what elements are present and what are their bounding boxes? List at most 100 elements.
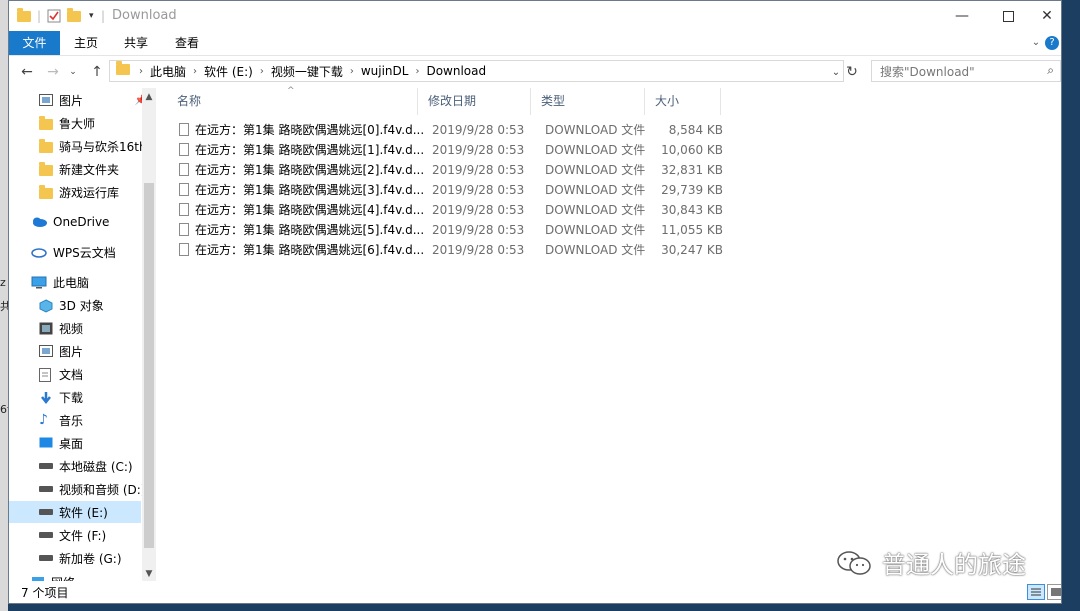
chevron-down-icon[interactable]: ▾ (89, 7, 94, 25)
status-bar: 7 个项目 (9, 581, 1061, 603)
navigation-pane: 图片 📌 鲁大师 骑马与砍杀16th 新建文件夹 游戏运行库 OneDrive … (9, 88, 157, 581)
breadcrumb-item[interactable]: 视频一键下载 (267, 63, 347, 80)
nav-item-pictures[interactable]: 图片 (9, 340, 141, 362)
search-input[interactable]: 搜索"Download" ⌕ (871, 60, 1061, 82)
folder-icon (17, 7, 31, 25)
videos-icon (39, 322, 53, 335)
nav-item-mount-blade[interactable]: 骑马与砍杀16th (9, 135, 147, 157)
file-icon (179, 223, 189, 236)
file-size: 30,247 KB (661, 243, 723, 257)
new-folder-icon[interactable] (67, 7, 81, 25)
file-row[interactable]: 在远方：第1集 路晓欧偶遇姚远[5].f4v.d... 2019/9/28 0:… (175, 220, 735, 240)
tab-file[interactable]: 文件 (9, 31, 60, 55)
scroll-up-icon[interactable]: ▲ (142, 90, 156, 104)
folder-icon (39, 184, 53, 199)
file-row[interactable]: 在远方：第1集 路晓欧偶遇姚远[3].f4v.d... 2019/9/28 0:… (175, 180, 735, 200)
nav-item-drive-f[interactable]: 文件 (F:) (9, 524, 141, 546)
file-icon (179, 203, 189, 216)
large-icons-view-button[interactable] (1047, 584, 1061, 600)
nav-item-this-pc[interactable]: 此电脑 (9, 271, 141, 293)
maximize-button[interactable] (985, 1, 1031, 31)
file-type: DOWNLOAD 文件 (545, 203, 646, 217)
title-bar: | ▾ | Download — ✕ (9, 1, 1061, 31)
nav-item-pictures-pinned[interactable]: 图片 📌 (9, 89, 147, 111)
up-button[interactable]: ↑ (87, 62, 107, 82)
breadcrumb-item[interactable]: wujinDL (357, 64, 413, 78)
breadcrumb-item[interactable]: Download (422, 64, 490, 78)
forward-button[interactable]: → (43, 62, 63, 82)
details-view-button[interactable] (1027, 584, 1045, 600)
nav-item-onedrive[interactable]: OneDrive (9, 211, 141, 233)
file-type: DOWNLOAD 文件 (545, 143, 646, 157)
drive-icon (39, 486, 53, 492)
tab-share[interactable]: 共享 (115, 31, 157, 55)
nav-item-drive-d[interactable]: 视频和音频 (D:) (9, 478, 145, 500)
ribbon-expand-icon[interactable]: ⌄ (1029, 31, 1043, 55)
pictures-icon (39, 344, 53, 358)
wechat-icon (837, 550, 871, 575)
nav-item-network[interactable]: 网络 (9, 571, 141, 581)
nav-item-documents[interactable]: 文档 (9, 363, 141, 385)
nav-item-drive-g[interactable]: 新加卷 (G:) (9, 547, 141, 569)
file-row[interactable]: 在远方：第1集 路晓欧偶遇姚远[1].f4v.d... 2019/9/28 0:… (175, 140, 735, 160)
file-type: DOWNLOAD 文件 (545, 123, 646, 137)
file-row[interactable]: 在远方：第1集 路晓欧偶遇姚远[6].f4v.d... 2019/9/28 0:… (175, 240, 735, 260)
properties-icon[interactable] (47, 7, 61, 25)
file-date: 2019/9/28 0:53 (432, 123, 525, 137)
file-size: 11,055 KB (661, 223, 723, 237)
tab-home[interactable]: 主页 (65, 31, 107, 55)
folder-icon (39, 161, 53, 176)
nav-item-videos[interactable]: 视频 (9, 317, 141, 339)
nav-item-ludashi[interactable]: 鲁大师 (9, 112, 141, 134)
nav-item-wps-cloud[interactable]: WPS云文档 (9, 241, 141, 263)
nav-item-3d-objects[interactable]: 3D 对象 (9, 294, 141, 316)
nav-item-music[interactable]: ♪ 音乐 (9, 409, 141, 431)
column-header-date[interactable]: 修改日期 (418, 88, 531, 115)
desktop-icon (39, 437, 53, 450)
wps-cloud-icon (31, 246, 47, 259)
nav-item-game-runtime[interactable]: 游戏运行库 (9, 181, 141, 203)
nav-item-new-folder[interactable]: 新建文件夹 (9, 158, 141, 180)
folder-icon (39, 115, 53, 130)
file-row[interactable]: 在远方：第1集 路晓欧偶遇姚远[4].f4v.d... 2019/9/28 0:… (175, 200, 735, 220)
file-name: 在远方：第1集 路晓欧偶遇姚远[4].f4v.d... (195, 203, 425, 217)
file-icon (179, 143, 189, 156)
address-bar[interactable]: › 此电脑 › 软件 (E:) › 视频一键下载 › wujinDL › Dow… (109, 60, 844, 82)
file-date: 2019/9/28 0:53 (432, 143, 525, 157)
minimize-button[interactable]: — (939, 1, 985, 31)
onedrive-icon (31, 216, 47, 229)
nav-item-desktop[interactable]: 桌面 (9, 432, 141, 454)
file-type: DOWNLOAD 文件 (545, 183, 646, 197)
nav-item-drive-e[interactable]: 软件 (E:) (9, 501, 141, 523)
breadcrumb-item[interactable]: 此电脑 (146, 63, 190, 80)
recent-chevron-icon[interactable]: ⌄ (63, 62, 83, 82)
scrollbar-thumb[interactable] (144, 183, 154, 548)
this-pc-icon (31, 276, 47, 289)
column-header-type[interactable]: 类型 (531, 88, 645, 115)
help-icon[interactable]: ? (1045, 36, 1059, 50)
file-date: 2019/9/28 0:53 (432, 163, 525, 177)
back-button[interactable]: ← (17, 62, 37, 82)
close-button[interactable]: ✕ (1031, 1, 1061, 31)
downloads-icon (39, 391, 53, 404)
nav-scrollbar[interactable]: ▲ ▼ (142, 88, 156, 581)
file-size: 8,584 KB (668, 123, 723, 137)
file-icon (179, 123, 189, 136)
scroll-down-icon[interactable]: ▼ (142, 567, 156, 581)
file-date: 2019/9/28 0:53 (432, 183, 525, 197)
3d-objects-icon (39, 298, 53, 313)
breadcrumb-item[interactable]: 软件 (E:) (200, 63, 257, 80)
window-title: Download (112, 8, 177, 23)
file-size: 32,831 KB (661, 163, 723, 177)
file-name: 在远方：第1集 路晓欧偶遇姚远[3].f4v.d... (195, 183, 425, 197)
file-row[interactable]: 在远方：第1集 路晓欧偶遇姚远[2].f4v.d... 2019/9/28 0:… (175, 160, 735, 180)
nav-item-downloads[interactable]: 下载 (9, 386, 141, 408)
search-placeholder: 搜索"Download" (880, 64, 975, 79)
nav-item-drive-c[interactable]: 本地磁盘 (C:) (9, 455, 141, 477)
refresh-button[interactable]: ↻ (842, 62, 862, 82)
search-icon: ⌕ (1047, 63, 1054, 77)
column-header-name[interactable]: 名称 (167, 88, 418, 115)
tab-view[interactable]: 查看 (166, 31, 208, 55)
file-row[interactable]: 在远方：第1集 路晓欧偶遇姚远[0].f4v.d... 2019/9/28 0:… (175, 120, 735, 140)
column-header-size[interactable]: 大小 (645, 88, 721, 115)
